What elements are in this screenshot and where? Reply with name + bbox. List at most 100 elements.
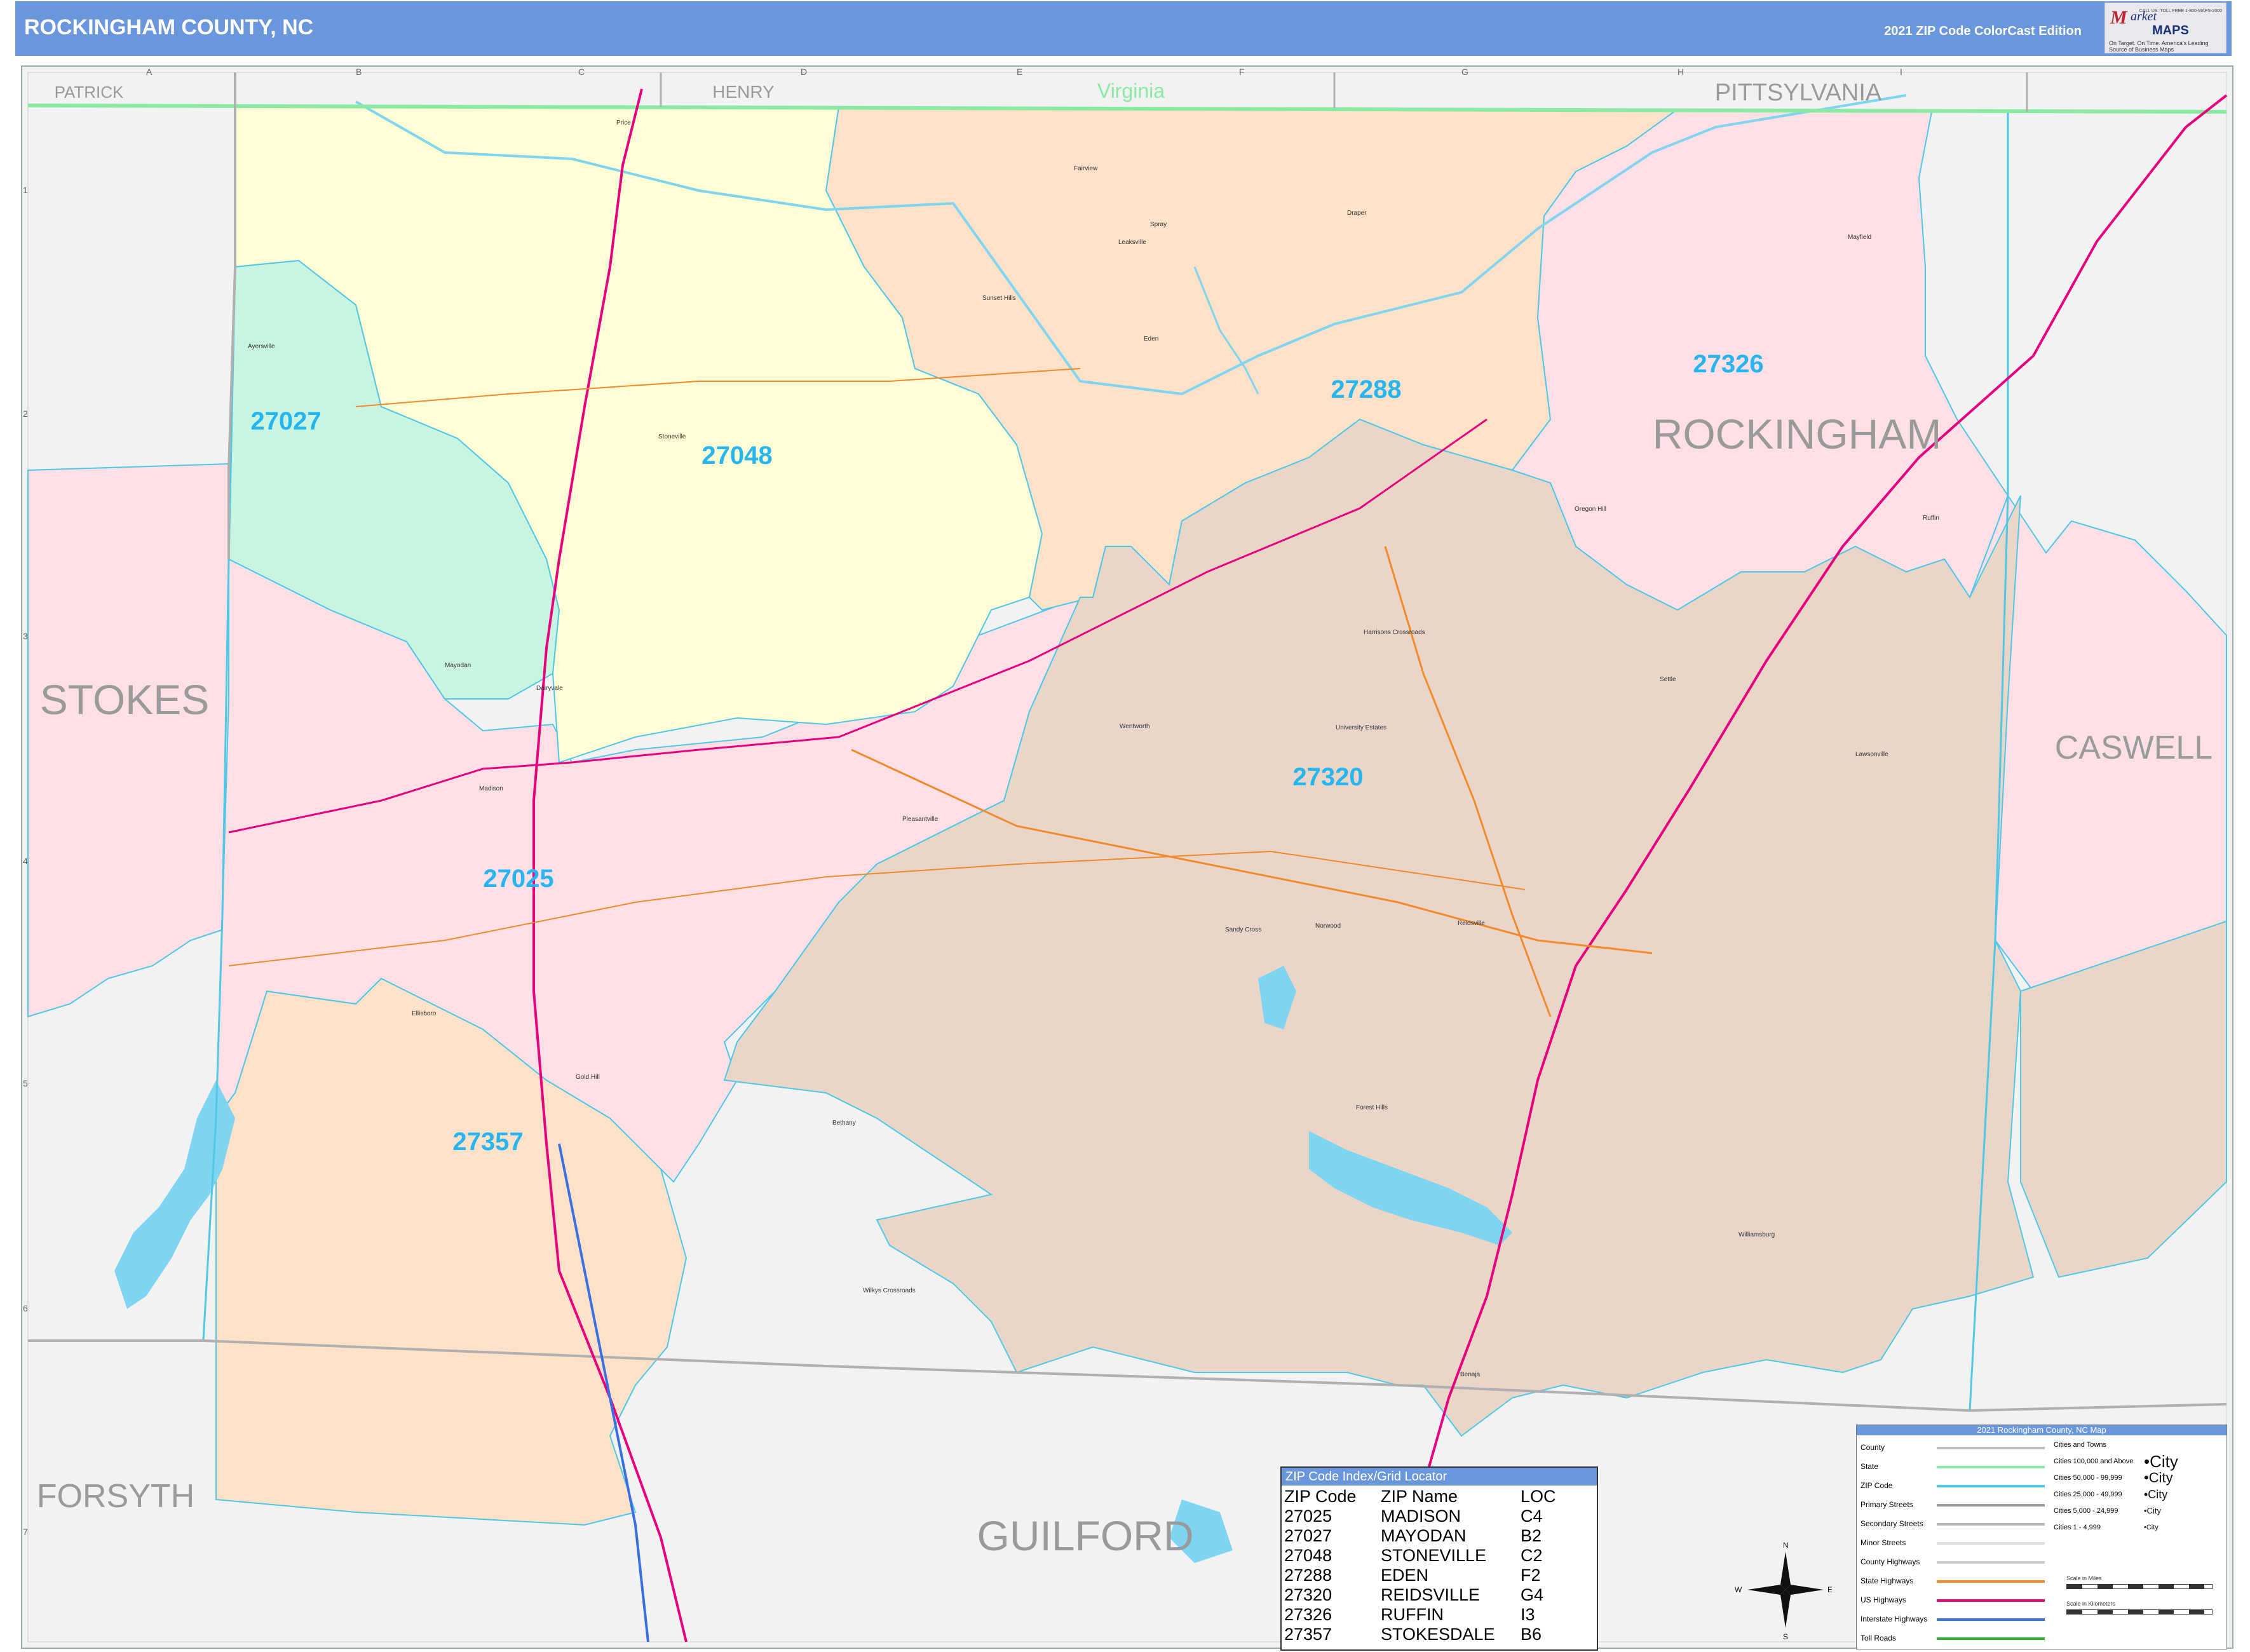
legend-city-row: Cities 1 - 4,999 •City: [2054, 1519, 2159, 1536]
place-gold-hill: Gold Hill: [576, 1074, 600, 1081]
legend-row: County Highways: [1860, 1552, 2051, 1571]
place-mayodan: Mayodan: [445, 662, 471, 669]
zip-index-col-zip: ZIP Code: [1284, 1487, 1357, 1506]
table-row: 27048 STONEVILLE C2: [1284, 1546, 1575, 1566]
legend-swatch: [1937, 1561, 2045, 1564]
county-label-forsyth: FORSYTH: [37, 1478, 194, 1515]
place-benaja: Benaja: [1460, 1371, 1481, 1378]
zip-label-27025: 27025: [483, 865, 553, 893]
legend-label: Primary Streets: [1860, 1500, 1913, 1509]
zip-cell: 27326: [1284, 1605, 1332, 1624]
zip-label-27357: 27357: [452, 1128, 523, 1156]
place-university-estates: University Estates: [1336, 724, 1386, 731]
loc-cell: B2: [1521, 1526, 1542, 1545]
place-oregon-hill: Oregon Hill: [1575, 506, 1606, 513]
legend-label: Toll Roads: [1860, 1634, 1897, 1642]
stokes-area: [27, 463, 229, 1018]
place-mayfield: Mayfield: [1848, 234, 1871, 241]
place-forest-hills: Forest Hills: [1356, 1104, 1388, 1111]
legend-cities-heading: Cities and Towns: [2054, 1437, 2155, 1453]
legend-swatch: [1937, 1580, 2045, 1583]
city-class-label: Cities 100,000 and Above: [2054, 1458, 2134, 1465]
loc-cell: F2: [1521, 1566, 1541, 1585]
county-label-caswell: CASWELL: [2055, 729, 2213, 766]
zip-cell: 27357: [1284, 1625, 1332, 1644]
legend-swatch: [1937, 1637, 2045, 1640]
zip-label-27288: 27288: [1331, 376, 1401, 403]
legend-swatch: [1937, 1466, 2045, 1468]
legend-scales: Scale in Miles Scale in Kilometers: [2066, 1575, 2213, 1626]
legend-row: Toll Roads: [1860, 1628, 2051, 1648]
place-stoneville: Stoneville: [658, 433, 686, 440]
legend-label: County Highways: [1860, 1557, 1920, 1566]
legend-city-row: Cities 5,000 - 24,999 •City: [2054, 1503, 2161, 1519]
place-spray: Spray: [1150, 221, 1167, 228]
grid-row-6: 6: [23, 1303, 28, 1313]
name-cell: REIDSVILLE: [1381, 1585, 1481, 1604]
zip-code-map[interactable]: 27027 27048 27288 27326 27320 27025 2735…: [0, 0, 2250, 1652]
legend-caption: 2021 Rockingham County, NC Map: [1857, 1425, 2226, 1435]
grid-row-4: 4: [23, 856, 28, 866]
county-label-pittsylvania: PITTSYLVANIA: [1715, 79, 1882, 106]
map-legend: 2021 Rockingham County, NC Map County St…: [1856, 1425, 2227, 1649]
zip-index-header-row: ZIP Code ZIP Name LOC: [1284, 1487, 1575, 1506]
loc-cell: I3: [1521, 1605, 1535, 1624]
legend-row: State: [1860, 1457, 2051, 1476]
legend-row: ZIP Code: [1860, 1476, 2051, 1495]
name-cell: STONEVILLE: [1381, 1546, 1487, 1565]
grid-row-5: 5: [23, 1078, 28, 1088]
place-wilkys-crossroads: Wilkys Crossroads: [863, 1287, 916, 1294]
cities-heading-label: Cities and Towns: [2054, 1441, 2106, 1449]
legend-swatch: [1937, 1504, 2045, 1506]
place-ellisboro: Ellisboro: [412, 1010, 437, 1017]
legend-swatch: [1937, 1523, 2045, 1526]
legend-row: Secondary Streets: [1860, 1514, 2051, 1533]
zip-index-caption: ZIP Code Index/Grid Locator: [1282, 1468, 1597, 1486]
grid-col-a: A: [146, 67, 152, 77]
place-fairview: Fairview: [1074, 165, 1098, 172]
place-wentworth: Wentworth: [1120, 723, 1150, 730]
loc-cell: C4: [1521, 1506, 1543, 1526]
zip-cell: 27027: [1284, 1526, 1332, 1545]
loc-cell: B6: [1521, 1625, 1542, 1644]
county-label-guilford: GUILFORD: [977, 1512, 1193, 1559]
legend-swatch: [1937, 1599, 2045, 1602]
zip-label-27320: 27320: [1292, 763, 1363, 791]
zip-label-27027: 27027: [250, 407, 321, 435]
place-lawsonville: Lawsonville: [1855, 751, 1888, 758]
county-label-patrick: PATRICK: [55, 83, 124, 102]
name-cell: MADISON: [1381, 1506, 1461, 1526]
grid-row-7: 7: [23, 1527, 28, 1537]
legend-label: Secondary Streets: [1860, 1519, 1923, 1528]
scale-km-bar: [2066, 1609, 2213, 1615]
zip-cell: 27025: [1284, 1506, 1332, 1526]
legend-label: US Highways: [1860, 1595, 1907, 1604]
legend-city-row: Cities 50,000 - 99,999 •City: [2054, 1470, 2173, 1486]
place-norwood: Norwood: [1315, 923, 1341, 930]
grid-col-f: F: [1239, 67, 1245, 77]
city-symbol: •City: [2144, 1506, 2161, 1515]
grid-col-e: E: [1017, 67, 1022, 77]
compass-n-label: N: [1783, 1541, 1789, 1550]
legend-row: Primary Streets: [1860, 1495, 2051, 1514]
zip-index-table: ZIP Code ZIP Name LOC 27025 MADISON C4 270…: [1284, 1487, 1575, 1644]
grid-row-3: 3: [23, 631, 28, 641]
place-sunset-hills: Sunset Hills: [982, 295, 1016, 302]
legend-row: Interstate Highways: [1860, 1609, 2051, 1628]
county-label-rockingham: ROCKINGHAM: [1653, 410, 1942, 457]
city-class-label: Cities 5,000 - 24,999: [2054, 1507, 2118, 1515]
compass-e-label: E: [1827, 1585, 1833, 1594]
grid-col-b: B: [356, 67, 362, 77]
name-cell: MAYODAN: [1381, 1526, 1467, 1545]
grid-col-i: I: [1900, 67, 1902, 77]
city-class-label: Cities 25,000 - 49,999: [2054, 1491, 2122, 1498]
table-row: 27357 STOKESDALE B6: [1284, 1625, 1575, 1644]
county-label-stokes: STOKES: [40, 676, 210, 723]
city-symbol: •City: [2144, 1470, 2173, 1486]
name-cell: RUFFIN: [1381, 1605, 1444, 1624]
place-draper: Draper: [1347, 210, 1367, 217]
legend-row: State Highways: [1860, 1571, 2051, 1590]
legend-row: US Highways: [1860, 1590, 2051, 1609]
legend-row: Minor Streets: [1860, 1533, 2051, 1552]
zip-cell: 27320: [1284, 1585, 1332, 1604]
